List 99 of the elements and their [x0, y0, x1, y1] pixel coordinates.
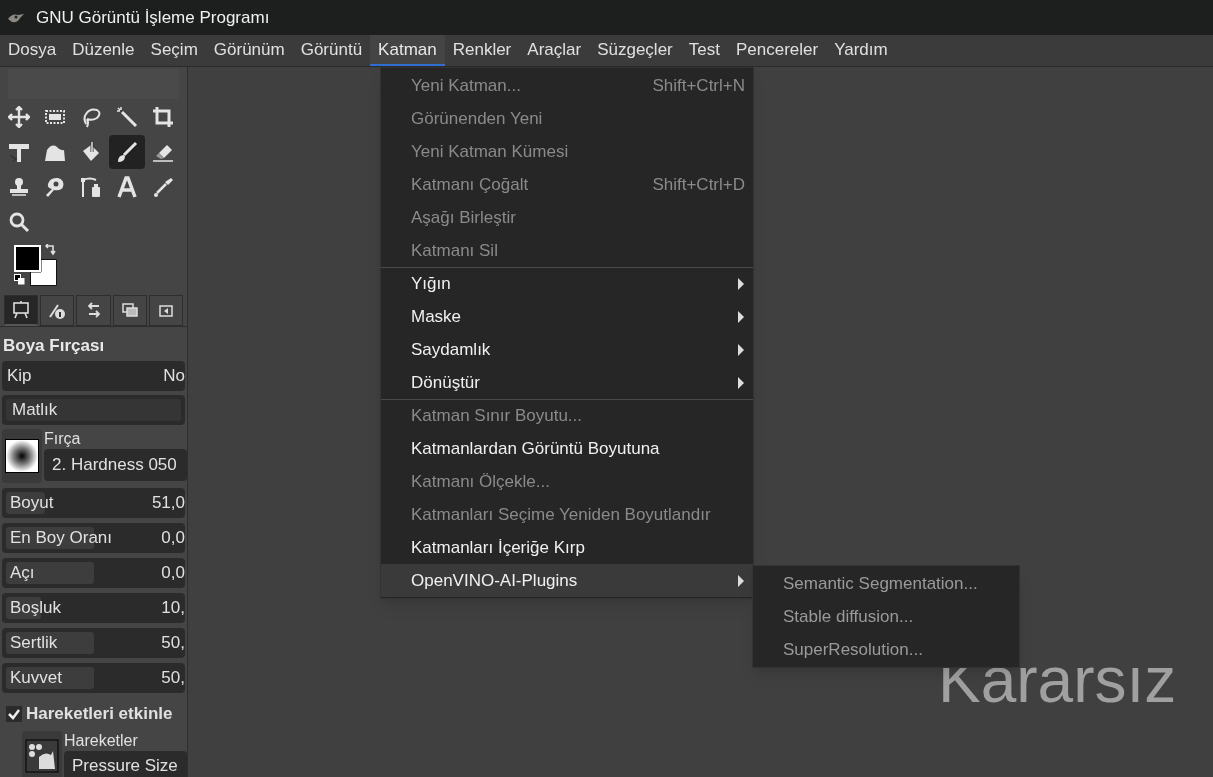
dock-tab[interactable] — [148, 295, 183, 326]
brush-preview[interactable] — [2, 429, 42, 483]
menu-item-label: Katmanı Sil — [411, 240, 498, 263]
bucket-fill-icon — [80, 141, 102, 163]
menu-item[interactable]: Test — [680, 35, 728, 66]
slider-label: Boyut — [9, 492, 54, 515]
menu-item[interactable]: Süzgeçler — [589, 35, 681, 66]
slider-label: En Boy Oranı — [9, 527, 113, 550]
foreground-color-swatch[interactable] — [14, 245, 41, 272]
menu-item[interactable]: Seçim — [142, 35, 206, 66]
text-icon — [116, 176, 138, 198]
dock-tab[interactable] — [40, 295, 75, 326]
slider-label: Açı — [9, 562, 35, 585]
menu-item-label: Maske — [411, 306, 462, 329]
menu-item-label: Dönüştür — [411, 372, 480, 395]
slider-value: 0,0 — [161, 527, 185, 550]
background-color-swatch[interactable] — [30, 259, 57, 286]
magic-wand-icon — [116, 106, 138, 128]
slider-label: Boşluk — [9, 597, 62, 620]
menu-item-label: Yeni Katman... — [411, 75, 521, 98]
menu-item[interactable]: Dönüştür — [381, 366, 753, 399]
shortcut-text: Shift+Ctrl+D — [652, 174, 745, 197]
slider-value: 10, — [161, 597, 185, 620]
menu-item-label: Saydamlık — [411, 339, 491, 362]
menu-item[interactable]: Renkler — [444, 35, 520, 66]
stamp-icon — [8, 176, 30, 198]
dynamics-name-field[interactable]: Pressure Size — [64, 750, 187, 777]
dynamics-label: Hareketler — [64, 730, 139, 751]
brush-label: Fırça — [44, 429, 82, 449]
slider-value: 50, — [161, 667, 185, 690]
smudge-icon — [44, 176, 66, 198]
dock-tab[interactable] — [112, 295, 147, 326]
brush-name-field[interactable]: 2. Hardness 050 — [44, 449, 187, 481]
menu-item[interactable]: Maske — [381, 300, 753, 333]
menu-item-label: Yeni Katman Kümesi — [411, 141, 569, 164]
value-slider[interactable]: En Boy Oranı 0,0 — [2, 523, 185, 553]
dynamics-preview[interactable] — [22, 730, 62, 777]
menu-item[interactable]: Yardım — [826, 35, 896, 66]
dock-tab[interactable] — [4, 295, 39, 326]
checkbox-label: Hareketleri etkinle — [26, 703, 173, 725]
menu-item[interactable]: Görünüm — [205, 35, 293, 66]
menu-item-label: Aşağı Birleştir — [411, 207, 516, 230]
value-slider[interactable]: Boşluk 10, — [2, 593, 185, 623]
menu-item-label: OpenVINO-AI-Plugins — [411, 570, 578, 593]
menu-item[interactable]: Dosya — [0, 35, 65, 66]
dock-tab[interactable] — [76, 295, 111, 326]
menu-item-label: Katmanı Çoğalt — [411, 174, 529, 197]
mode-dropdown[interactable]: Kip No — [2, 361, 185, 391]
mode-value: No — [163, 365, 185, 388]
submenu-arrow-icon — [737, 278, 745, 290]
opacity-slider[interactable]: Matlık — [2, 395, 185, 425]
swap-colors-icon[interactable] — [44, 244, 56, 256]
checkbox[interactable] — [6, 705, 22, 722]
default-colors-icon[interactable] — [14, 274, 25, 285]
eyedropper-icon — [152, 176, 174, 198]
menu-item[interactable]: Katman — [370, 35, 445, 66]
menu-item-label: Katmanları İçeriğe Kırp — [411, 537, 585, 560]
mode-label: Kip — [7, 365, 32, 388]
menu-item[interactable]: Araçlar — [519, 35, 590, 66]
search-icon — [8, 211, 30, 233]
menu-item[interactable]: Katmanlardan Görüntü Boyutuna — [381, 432, 753, 465]
slider-label: Sertlik — [9, 632, 58, 655]
slider-value: 50, — [161, 632, 185, 655]
menu-item-label: Katmanı Ölçekle... — [411, 471, 550, 494]
submenu-arrow-icon — [737, 344, 745, 356]
menu-item[interactable]: Katmanları İçeriğe Kırp — [381, 531, 753, 564]
slider-label: Kuvvet — [9, 667, 62, 690]
move-icon — [8, 106, 30, 128]
value-slider[interactable]: Boyut 51,0 — [2, 488, 185, 518]
transform-icon — [8, 141, 30, 163]
window-title: GNU Görüntü İşleme Programı — [36, 6, 270, 29]
menu-item[interactable]: Saydamlık — [381, 333, 753, 366]
paths-icon — [80, 176, 102, 198]
value-slider[interactable]: Kuvvet 50, — [2, 663, 185, 693]
submenu-arrow-icon — [737, 377, 745, 389]
paintbrush-icon — [116, 141, 138, 163]
menu-item-label: Görünenden Yeni — [411, 108, 543, 131]
value-slider[interactable]: Sertlik 50, — [2, 628, 185, 658]
crop-icon — [152, 106, 174, 128]
menu-item-label: Katmanlardan Görüntü Boyutuna — [411, 438, 660, 461]
slider-value: 51,0 — [151, 492, 185, 515]
menu-item[interactable]: Yığın — [381, 267, 753, 300]
menu-item[interactable]: OpenVINO-AI-Plugins — [381, 564, 753, 597]
submenu-arrow-icon — [737, 575, 745, 587]
tool-options-title: Boya Fırçası — [2, 335, 106, 357]
value-slider[interactable]: Açı 0,0 — [2, 558, 185, 588]
lasso-icon — [80, 106, 102, 128]
tool-button[interactable] — [109, 135, 145, 169]
easel-icon — [11, 300, 32, 320]
menu-item-label: Katmanları Seçime Yeniden Boyutlandır — [411, 504, 711, 527]
menu-item-label: Yığın — [411, 273, 451, 296]
menu-item[interactable]: Düzenle — [64, 35, 143, 66]
slider-label: Matlık — [11, 399, 58, 422]
shortcut-text: Shift+Ctrl+N — [652, 75, 745, 98]
menu-item[interactable]: Pencereler — [727, 35, 827, 66]
submenu-arrow-icon — [737, 311, 745, 323]
slider-value: 0,0 — [161, 562, 185, 585]
menu-item-label: Katman Sınır Boyutu... — [411, 405, 583, 428]
menu-item[interactable]: Görüntü — [292, 35, 371, 66]
